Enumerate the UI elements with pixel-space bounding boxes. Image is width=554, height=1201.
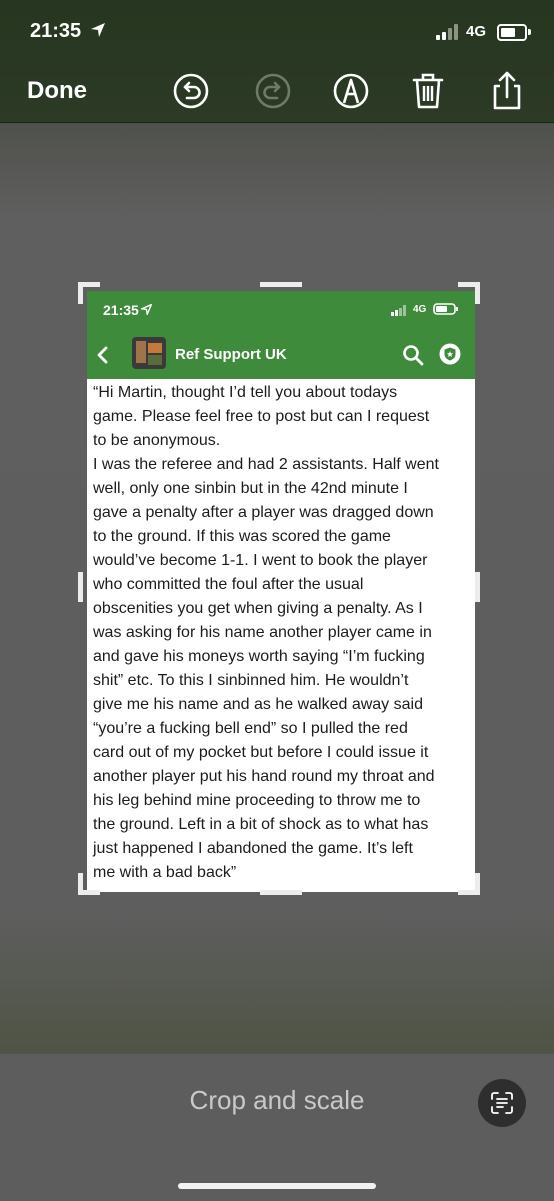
crop-handle-bottom[interactable] — [260, 890, 302, 895]
undo-icon[interactable] — [171, 70, 211, 112]
inner-signal-icon — [391, 305, 406, 316]
search-icon[interactable] — [402, 344, 424, 366]
crop-handle-top-left-v[interactable] — [78, 282, 83, 304]
network-label: 4G — [466, 23, 487, 40]
crop-handle-bottom-right-v[interactable] — [475, 873, 480, 895]
crop-handle-top[interactable] — [260, 282, 302, 287]
inner-status-time: 21:35 — [103, 302, 139, 318]
cropped-screenshot[interactable]: 21:35 4G Ref Support UK “Hi Martin, thou… — [87, 291, 475, 892]
back-chevron-icon[interactable] — [95, 346, 109, 364]
group-name[interactable]: Ref Support UK — [175, 346, 287, 363]
redo-icon[interactable] — [253, 70, 293, 112]
crop-and-scale-label[interactable]: Crop and scale — [0, 1085, 554, 1116]
markup-pen-icon[interactable] — [331, 70, 371, 112]
crop-handle-bottom-left-v[interactable] — [78, 873, 83, 895]
battery-nub — [528, 29, 531, 35]
location-arrow-icon — [91, 23, 105, 37]
editor-top-area: 21:35 4G Done — [0, 0, 554, 123]
inner-status-bar: 21:35 4G — [87, 291, 475, 329]
inner-location-arrow-icon — [141, 304, 152, 315]
live-text-button[interactable] — [478, 1079, 526, 1127]
live-text-icon — [491, 1092, 513, 1114]
inner-battery-icon — [433, 303, 458, 315]
done-button[interactable]: Done — [27, 77, 87, 105]
crop-handle-right[interactable] — [475, 572, 480, 602]
bottom-bar: Crop and scale — [0, 1053, 554, 1201]
share-icon[interactable] — [487, 70, 527, 112]
trash-icon[interactable] — [408, 70, 448, 112]
status-time: 21:35 — [30, 20, 82, 42]
group-avatar[interactable] — [132, 337, 166, 369]
status-bar: 21:35 4G — [0, 0, 554, 60]
home-indicator[interactable] — [178, 1183, 376, 1189]
shield-star-icon[interactable] — [439, 343, 461, 365]
crop-handle-top-right-v[interactable] — [475, 282, 480, 304]
message-text: “Hi Martin, thought I’d tell you about t… — [93, 384, 439, 881]
inner-network-label: 4G — [413, 304, 427, 315]
crop-handle-left[interactable] — [78, 572, 83, 602]
signal-icon — [436, 24, 458, 40]
battery-icon — [497, 24, 527, 41]
group-header: Ref Support UK — [87, 329, 475, 379]
